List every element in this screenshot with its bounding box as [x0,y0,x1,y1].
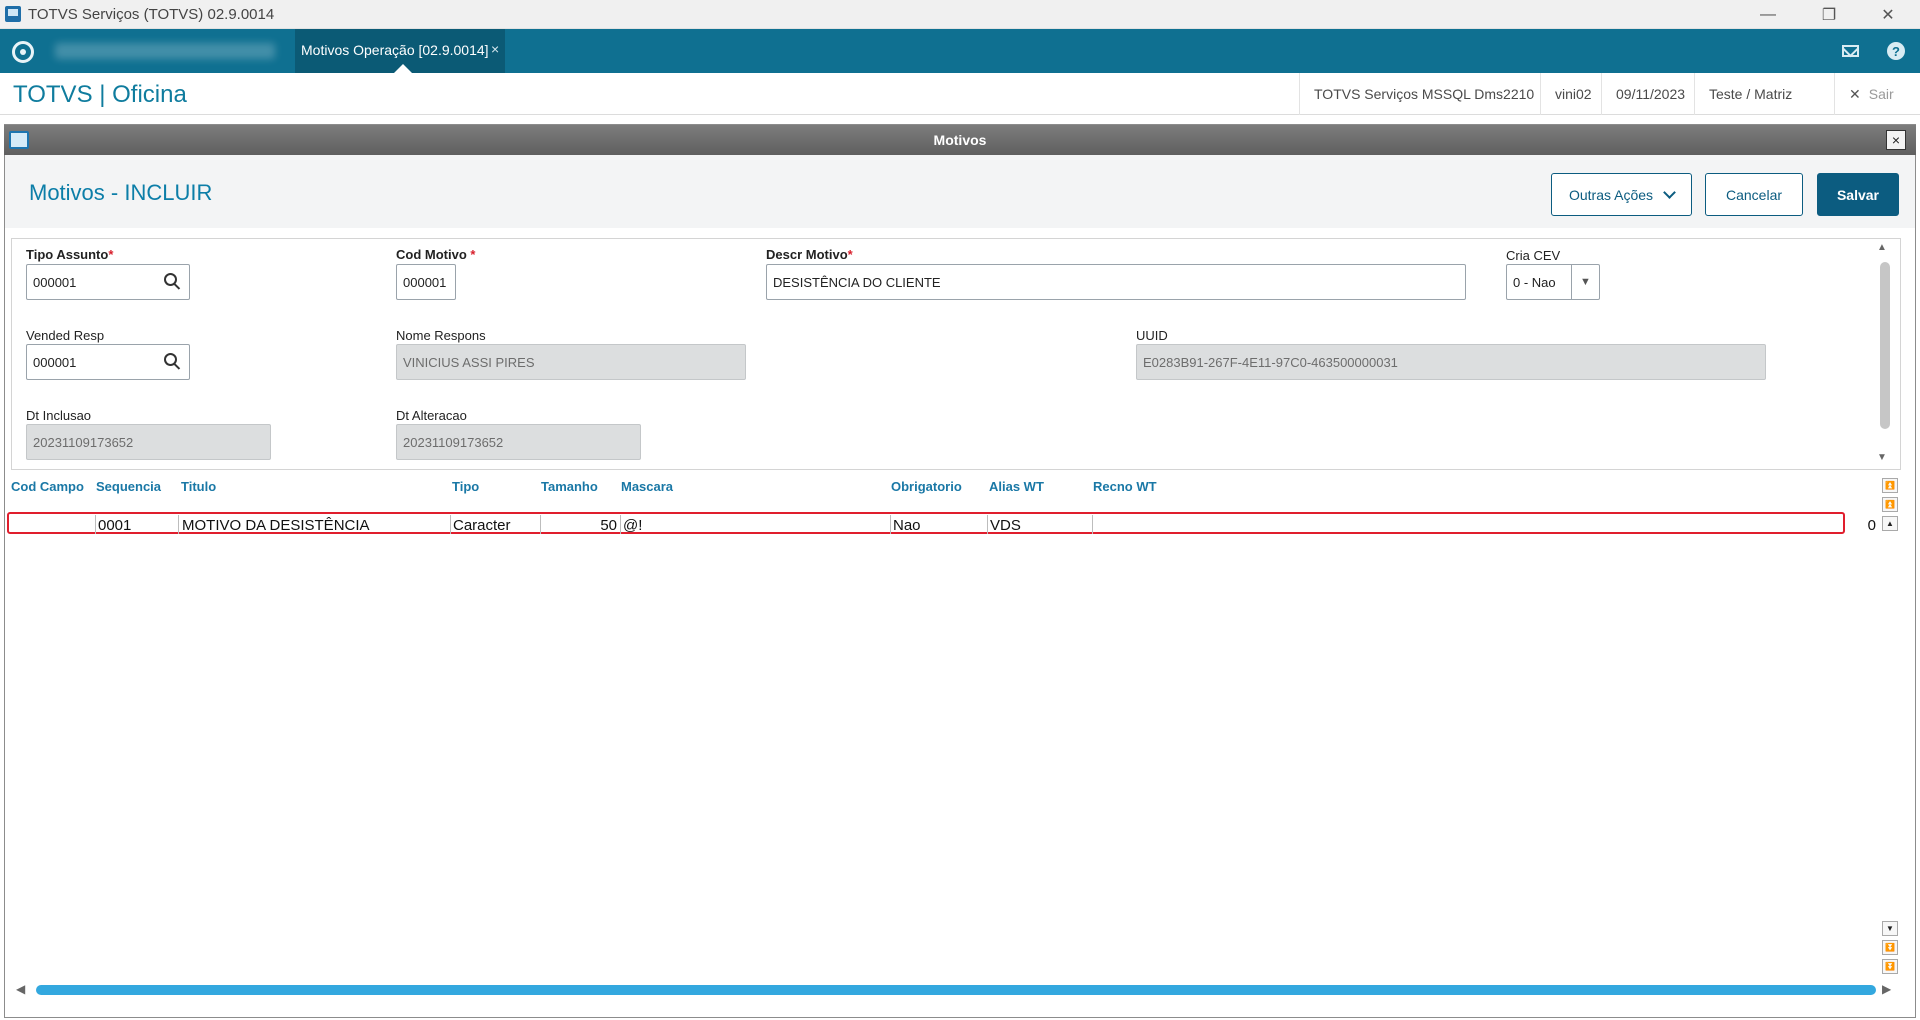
next-page-icon[interactable]: ⏬ [1882,940,1898,955]
scroll-thumb[interactable] [36,985,1876,995]
tab-caret-icon [394,64,412,73]
vended-resp-label: Vended Resp [26,328,105,343]
tab-label: Motivos Operação [02.9.0014] [301,42,489,58]
col-header-tamanho[interactable]: Tamanho [541,479,598,494]
search-icon[interactable] [164,273,177,286]
tab-motivos-operacao[interactable]: Motivos Operação [02.9.0014] × [295,29,505,73]
cell-divider [1092,515,1093,534]
minimize-button[interactable]: — [1744,0,1792,29]
cell-divider [450,515,451,534]
cell-tamanho[interactable]: 50 [541,517,617,534]
col-header-recno-wt[interactable]: Recno WT [1093,479,1157,494]
first-record-icon[interactable]: ⏫ [1882,478,1898,493]
help-button[interactable]: ? [1872,29,1920,73]
chevron-down-icon[interactable]: ▼ [1571,265,1599,299]
window-titlebar: TOTVS Serviços (TOTVS) 02.9.0014 — ❐ ✕ [0,0,1920,29]
prev-page-icon[interactable]: ⏫ [1882,497,1898,512]
grid-nav-bar: ⏫ ⏫ ▲ ▼ ⏬ ⏬ [1880,475,1900,981]
tipo-assunto-label: Tipo Assunto* [26,247,114,262]
mail-button[interactable] [1826,29,1874,73]
dt-alteracao-field: 20231109173652 [396,424,641,460]
exit-button[interactable]: ✕ Sair [1834,73,1908,115]
cell-titulo[interactable]: MOTIVO DA DESISTÊNCIA [182,517,370,534]
cell-alias-wt[interactable]: VDS [990,517,1021,534]
tipo-assunto-field[interactable]: 000001 [26,264,190,300]
page-title: Motivos - INCLUIR [29,180,213,205]
cell-divider [987,515,988,534]
app-tabbar [0,29,1920,73]
col-header-mascara[interactable]: Mascara [621,479,673,494]
cell-obrigatorio[interactable]: Nao [893,517,921,534]
col-header-obrigatorio[interactable]: Obrigatorio [891,479,962,494]
mail-icon [1841,45,1859,57]
cell-divider [620,515,621,534]
uuid-label: UUID [1136,328,1168,343]
col-header-sequencia[interactable]: Sequencia [96,479,161,494]
cell-sequencia[interactable]: 0001 [98,517,131,534]
user-info: vini02 [1540,73,1606,115]
last-record-icon[interactable]: ⏬ [1882,959,1898,974]
dialog-close-button[interactable]: × [1886,130,1906,150]
cod-motivo-label: Cod Motivo * [396,247,476,262]
scroll-up-icon[interactable]: ▲ [1882,516,1898,531]
window-title: TOTVS Serviços (TOTVS) 02.9.0014 [28,6,275,23]
uuid-field: E0283B91-267F-4E11-97C0-463500000031 [1136,344,1766,380]
cria-cev-label: Cria CEV [1506,248,1561,263]
tab-close-icon[interactable]: × [491,41,499,57]
cell-divider [178,515,179,534]
dt-alteracao-label: Dt Alteracao [396,408,467,423]
page-head: Motivos - INCLUIR Outras Ações Cancelar … [5,155,1915,228]
environment-info: TOTVS Serviços MSSQL Dms2210 [1299,73,1548,115]
blurred-menu-label[interactable] [55,43,275,59]
cancel-button[interactable]: Cancelar [1705,173,1803,216]
dt-inclusao-label: Dt Inclusao [26,408,92,423]
nome-respons-label: Nome Respons [396,328,486,343]
dialog-titlebar: Motivos × [4,125,1916,155]
scroll-down-icon[interactable]: ▼ [1882,921,1898,936]
search-icon[interactable] [164,353,177,366]
restore-button[interactable]: ❐ [1805,0,1853,29]
app-window-icon [5,6,21,22]
scroll-right-icon[interactable]: ▶ [1882,982,1891,996]
dialog-title: Motivos [933,132,987,148]
totvs-logo-icon[interactable] [12,41,34,63]
descr-motivo-field[interactable]: DESISTÊNCIA DO CLIENTE [766,264,1466,300]
chevron-down-icon [1663,185,1676,199]
other-actions-label: Outras Ações [1568,186,1654,203]
form-scrollbar[interactable]: ▲ ▼ [1874,240,1894,468]
col-header-cod-campo[interactable]: Cod Campo [11,479,84,494]
cell-recno-wt[interactable]: 0 [1846,517,1876,534]
cria-cev-value: 0 - Nao [1513,274,1556,290]
other-actions-button[interactable]: Outras Ações [1551,173,1692,216]
cell-tipo[interactable]: Caracter [453,517,511,534]
col-header-tipo[interactable]: Tipo [452,479,479,494]
close-icon: ✕ [1849,85,1861,102]
cell-mascara[interactable]: @! [623,517,642,534]
nome-respons-field: VINICIUS ASSI PIRES [396,344,746,380]
cell-divider [890,515,891,534]
scroll-down-icon[interactable]: ▼ [1877,452,1887,463]
vended-resp-field[interactable]: 000001 [26,344,190,380]
col-header-alias-wt[interactable]: Alias WT [989,479,1044,494]
app-header: TOTVS | Oficina TOTVS Serviços MSSQL Dms… [0,73,1920,115]
vended-resp-value: 000001 [33,354,77,370]
exit-label: Sair [1868,86,1894,102]
col-header-titulo[interactable]: Titulo [181,479,216,494]
save-button[interactable]: Salvar [1817,173,1899,216]
cell-divider [95,515,96,534]
grid-horizontal-scrollbar[interactable]: ◀ ▶ [14,980,1898,1000]
descr-motivo-label: Descr Motivo* [766,247,853,262]
brand-title: TOTVS | Oficina [13,81,187,108]
scroll-left-icon[interactable]: ◀ [16,982,25,996]
date-info: 09/11/2023 [1601,73,1699,115]
cria-cev-select[interactable]: 0 - Nao ▼ [1506,264,1600,300]
close-window-button[interactable]: ✕ [1864,0,1912,29]
dt-inclusao-field: 20231109173652 [26,424,271,460]
scroll-thumb[interactable] [1880,262,1890,429]
tipo-assunto-value: 000001 [33,274,77,290]
help-icon: ? [1887,42,1905,60]
cod-motivo-field[interactable]: 000001 [396,264,456,300]
scroll-up-icon[interactable]: ▲ [1877,242,1887,253]
branch-info: Teste / Matriz [1694,73,1806,115]
